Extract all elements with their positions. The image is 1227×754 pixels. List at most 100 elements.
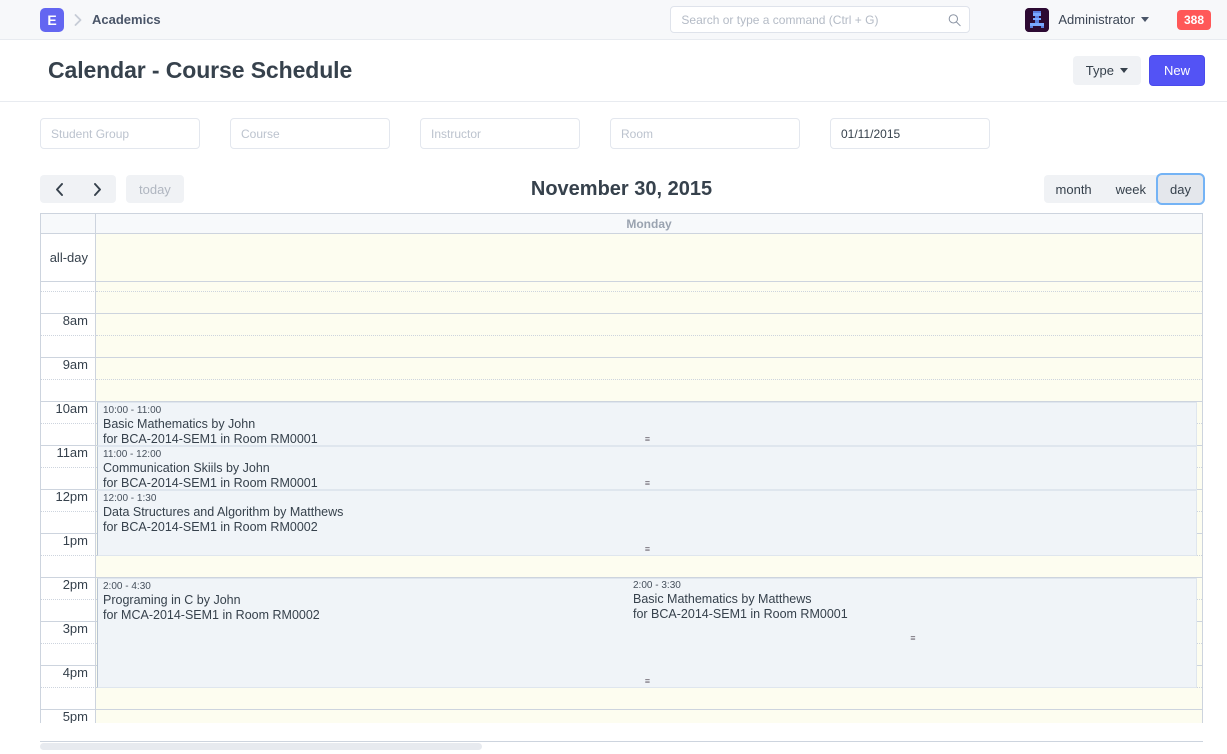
event-time: 11:00 - 12:00	[103, 448, 1192, 461]
time-axis-header	[41, 214, 96, 233]
search-box[interactable]	[670, 6, 970, 33]
time-axis-label: 4pm	[41, 666, 96, 688]
event-resize-handle[interactable]: ≡	[98, 437, 1196, 445]
breadcrumb-item-academics[interactable]: Academics	[92, 12, 161, 27]
calendar-title: November 30, 2015	[40, 178, 1203, 201]
event-title: Basic Mathematics by Matthews	[633, 592, 1193, 607]
time-axis-label	[41, 688, 96, 710]
event-time: 12:00 - 1:30	[103, 492, 1192, 505]
all-day-slot[interactable]	[96, 234, 1202, 281]
scrollbar-thumb[interactable]	[40, 743, 482, 750]
notification-badge[interactable]: 388	[1177, 10, 1211, 30]
time-axis-label: 11am	[41, 446, 96, 468]
event-detail: for BCA-2014-SEM1 in Room RM0001	[633, 607, 1193, 622]
time-axis-label	[41, 556, 96, 578]
course-filter[interactable]	[230, 118, 390, 149]
time-axis-label	[41, 468, 96, 490]
next-period-button[interactable]	[78, 175, 116, 203]
time-slot-cell[interactable]	[96, 710, 1202, 723]
time-slot-row	[41, 292, 1202, 314]
view-month-button[interactable]: month	[1044, 175, 1104, 203]
time-slot-row: 9am	[41, 358, 1202, 380]
time-axis-label	[41, 292, 96, 314]
type-dropdown-button[interactable]: Type	[1073, 56, 1141, 85]
calendar-toolbar: today November 30, 2015 month week day	[40, 165, 1203, 213]
time-axis-label	[41, 600, 96, 622]
search-input[interactable]	[671, 7, 969, 32]
event-resize-handle[interactable]: ≡	[98, 481, 1196, 489]
time-axis-label	[41, 336, 96, 358]
time-slot-cell[interactable]	[96, 556, 1202, 578]
time-slot-row	[41, 336, 1202, 358]
room-filter[interactable]	[610, 118, 800, 149]
caret-down-icon[interactable]	[1141, 17, 1149, 22]
all-day-row: all-day	[41, 234, 1202, 282]
calendar-event[interactable]: 11:00 - 12:00Communication Skiils by Joh…	[97, 446, 1197, 490]
today-button[interactable]: today	[126, 175, 184, 203]
calendar-view-switcher: month week day	[1044, 175, 1203, 203]
time-slot-row	[41, 556, 1202, 578]
user-menu[interactable]: Administrator	[1025, 8, 1149, 32]
view-day-button[interactable]: day	[1158, 175, 1203, 203]
time-slot-row: 8am	[41, 314, 1202, 336]
breadcrumb: E Academics	[40, 8, 161, 32]
user-avatar-robot-icon[interactable]	[1025, 8, 1049, 32]
event-title: Data Structures and Algorithm by Matthew…	[103, 505, 1192, 520]
event-time: 10:00 - 11:00	[103, 404, 1192, 417]
top-navbar: E Academics	[0, 0, 1227, 40]
time-axis-label: 8am	[41, 314, 96, 336]
event-title: Basic Mathematics by John	[103, 417, 1192, 432]
time-axis-label: 12pm	[41, 490, 96, 512]
time-axis-label: 7am	[41, 282, 96, 292]
page-title: Calendar - Course Schedule	[48, 57, 352, 84]
navbar-right-group: Administrator 388	[670, 6, 1211, 33]
search-icon[interactable]	[948, 13, 961, 26]
calendar-event[interactable]: 2:00 - 3:30Basic Mathematics by Matthews…	[628, 578, 1197, 644]
event-resize-handle[interactable]: ≡	[628, 636, 1197, 644]
view-week-button[interactable]: week	[1104, 175, 1158, 203]
calendar-event[interactable]: 12:00 - 1:30Data Structures and Algorith…	[97, 490, 1197, 556]
calendar-nav-group	[40, 175, 116, 203]
time-slot-row	[41, 688, 1202, 710]
time-slot-cell[interactable]	[96, 282, 1202, 292]
event-resize-handle[interactable]: ≡	[98, 547, 1196, 555]
time-slot-row: 5pm	[41, 710, 1202, 723]
day-column-header: Monday	[96, 214, 1202, 233]
event-time: 2:00 - 3:30	[633, 579, 1193, 592]
horizontal-scrollbar[interactable]	[40, 743, 1203, 750]
event-resize-handle[interactable]: ≡	[98, 679, 1196, 687]
app-logo[interactable]: E	[40, 8, 64, 32]
time-axis-label: 5pm	[41, 710, 96, 723]
time-slot-row	[41, 380, 1202, 402]
time-axis-label	[41, 380, 96, 402]
page-actions: Type New	[1073, 55, 1205, 86]
calendar-event[interactable]: 10:00 - 11:00Basic Mathematics by Johnfo…	[97, 402, 1197, 446]
type-button-label: Type	[1086, 63, 1114, 78]
time-slot-cell[interactable]	[96, 336, 1202, 358]
time-slot-cell[interactable]	[96, 380, 1202, 402]
prev-period-button[interactable]	[40, 175, 78, 203]
calendar-header-row: Monday	[41, 214, 1202, 234]
caret-down-icon	[1120, 68, 1128, 73]
instructor-filter[interactable]	[420, 118, 580, 149]
student-group-filter[interactable]	[40, 118, 200, 149]
time-axis-label	[41, 424, 96, 446]
time-axis-label	[41, 644, 96, 666]
time-slots-area: 7am8am9am10am11am12pm1pm2pm3pm4pm5pm6pm …	[41, 282, 1202, 723]
time-slot-cell[interactable]	[96, 688, 1202, 710]
calendar-bottom-border	[40, 741, 1203, 742]
time-slot-row: 7am	[41, 282, 1202, 292]
page-header: Calendar - Course Schedule Type New	[0, 40, 1227, 102]
time-slot-cell[interactable]	[96, 292, 1202, 314]
chevron-right-icon	[74, 14, 82, 26]
all-day-label: all-day	[41, 234, 96, 281]
date-filter[interactable]	[830, 118, 990, 149]
time-axis-label: 1pm	[41, 534, 96, 556]
time-slot-cell[interactable]	[96, 314, 1202, 336]
time-axis-label: 9am	[41, 358, 96, 380]
time-slot-cell[interactable]	[96, 358, 1202, 380]
calendar-grid: Monday all-day 7am 8am 9am 10am 11am 12pm 1pm 2…	[40, 213, 1203, 723]
time-axis-label: 10am	[41, 402, 96, 424]
new-button[interactable]: New	[1149, 55, 1205, 86]
time-axis-label	[41, 512, 96, 534]
